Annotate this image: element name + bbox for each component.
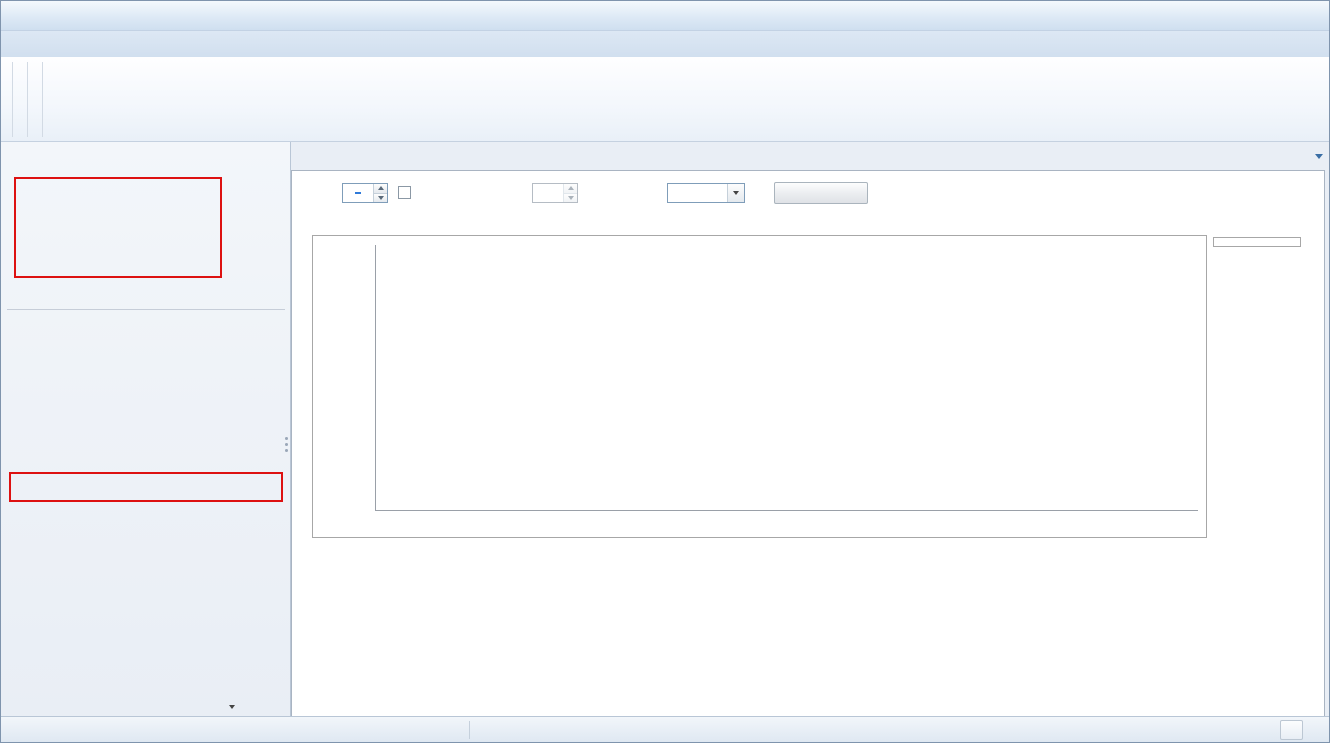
year-spinner[interactable] (342, 183, 388, 203)
separator (7, 309, 285, 310)
annotation-red-box (9, 472, 283, 502)
compare-year-spinner (532, 183, 578, 203)
receipt-type-select[interactable] (667, 183, 745, 203)
minimize-icon[interactable] (1237, 5, 1265, 25)
titlebar (1, 1, 1329, 31)
spin-down-icon[interactable] (374, 193, 387, 203)
group-separator (12, 62, 13, 137)
dashboard-panel (291, 170, 1325, 718)
chevron-down-icon[interactable] (229, 705, 235, 709)
group-separator (42, 62, 43, 137)
splitter-handle[interactable] (283, 430, 290, 458)
spin-up-icon (564, 184, 577, 193)
spinner-buttons (373, 184, 387, 202)
spin-up-icon[interactable] (374, 184, 387, 193)
statusbar (1, 716, 1329, 742)
sidebar (1, 142, 291, 718)
chart-legend (1213, 237, 1301, 247)
tab-list-dropdown-icon[interactable] (1315, 154, 1323, 159)
bar-chart (312, 235, 1207, 538)
filter-button[interactable] (774, 182, 868, 204)
ribbon-toolbar (1, 57, 1329, 142)
group-separator (27, 62, 28, 137)
y-axis (313, 245, 371, 511)
document-tab-bar (293, 148, 1303, 170)
application-window (0, 0, 1330, 743)
plot-area (375, 245, 1198, 511)
compare-checkbox[interactable] (398, 186, 411, 199)
ribbon-group-lista (16, 59, 24, 140)
ribbon-tab-bar (1, 31, 1329, 57)
local-phones-button[interactable] (1280, 720, 1303, 740)
spin-down-icon (564, 193, 577, 203)
year-value (355, 192, 361, 194)
tabrow-right-buttons (1277, 35, 1323, 53)
combo-dropdown-icon[interactable] (727, 184, 744, 202)
main-area (291, 142, 1330, 718)
resize-grip[interactable] (1314, 727, 1327, 740)
collapse-ribbon-icon[interactable] (1277, 35, 1297, 53)
close-icon[interactable] (1297, 5, 1325, 25)
annotation-red-box (14, 177, 222, 278)
separator (469, 721, 470, 739)
restore-icon[interactable] (1267, 5, 1295, 25)
ribbon-group-cerrar (31, 59, 39, 140)
nav-overflow (219, 705, 235, 709)
ribbon-main-group (5, 59, 9, 140)
collapse-sidebar-icon[interactable] (258, 153, 276, 171)
spinner-buttons (563, 184, 577, 202)
ribbon-options-icon[interactable] (1303, 35, 1323, 53)
window-controls (1237, 5, 1325, 25)
